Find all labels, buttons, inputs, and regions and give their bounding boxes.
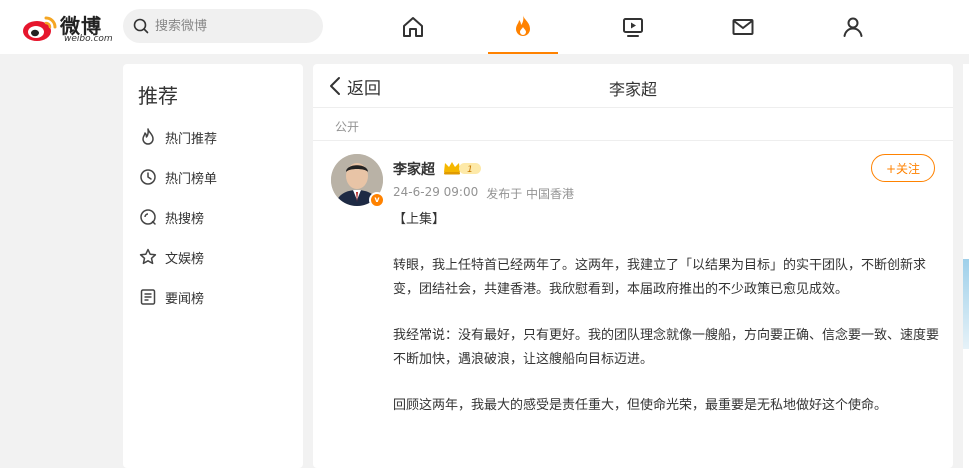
divider — [313, 140, 953, 141]
top-nav-bar: 微博 weibo.com — [0, 0, 969, 54]
clock-icon — [140, 169, 156, 185]
visibility-label: 公开 — [335, 120, 360, 134]
nav-video[interactable] — [598, 0, 668, 54]
post-paragraph: 转眼，我上任特首已经两年了。这两年，我建立了「以结果为目标」的实干团队，不断创新… — [393, 258, 927, 297]
mail-icon — [732, 19, 754, 35]
nav-hot[interactable] — [488, 0, 558, 54]
post-time[interactable]: 24-6-29 09:00 — [393, 185, 478, 202]
nav-mail[interactable] — [708, 0, 778, 54]
post-source: 发布于 中国香港 — [486, 187, 575, 201]
right-panel-image — [963, 259, 969, 349]
recommend-title: 推荐 — [138, 84, 178, 108]
sidebar-item-label: 热搜榜 — [165, 211, 205, 227]
sidebar-item-entertainment[interactable]: 文娱榜 — [138, 244, 288, 270]
author-name[interactable]: 李家超 — [393, 159, 435, 179]
post-body: 【上集】 转眼，我上任特首已经两年了。这两年，我建立了「以结果为目标」的实干团队… — [393, 208, 941, 440]
sidebar-item-hot-search[interactable]: 热搜榜 — [138, 204, 288, 230]
sidebar-item-news[interactable]: 要闻榜 — [138, 284, 288, 310]
nav-profile[interactable] — [818, 0, 888, 54]
post-meta: 24-6-29 09:00 发布于 中国香港 — [393, 185, 574, 202]
sidebar-item-label: 要闻榜 — [165, 291, 205, 307]
follow-button[interactable]: +关注 — [871, 154, 935, 182]
sidebar-item-label: 热门推荐 — [165, 131, 218, 147]
weibo-logo[interactable]: 微博 weibo.com — [22, 8, 113, 44]
post-paragraph: 【上集】 — [393, 212, 446, 227]
sidebar-item-hot-list[interactable]: 热门榜单 — [138, 164, 288, 190]
logo-subtext: weibo.com — [64, 34, 113, 44]
sidebar-item-hot-recommend[interactable]: 热门推荐 — [138, 124, 288, 150]
weibo-eye-icon — [23, 16, 57, 41]
sidebar-item-label: 热门榜单 — [165, 171, 218, 187]
search-icon — [133, 18, 149, 34]
home-icon — [403, 17, 423, 37]
profile-icon — [843, 17, 863, 37]
flame-icon — [142, 128, 154, 145]
search-input[interactable] — [155, 16, 305, 36]
sidebar-item-label: 文娱榜 — [165, 251, 205, 267]
recommend-panel: 推荐 热门推荐 热门榜单 热搜榜 文娱榜 要闻榜 — [123, 64, 303, 468]
post-header: 返回 李家超 — [313, 64, 953, 108]
star-icon — [139, 248, 157, 265]
post-detail-card: 返回 李家超 公开 v 李家超 1 24-6-29 09:00 发布于 中国香港… — [313, 64, 953, 468]
level-crown-icon: 1 — [444, 162, 481, 175]
hot-icon — [516, 15, 530, 36]
page-title: 李家超 — [608, 80, 657, 99]
right-panel-edge — [963, 64, 969, 468]
post-paragraph: 我经常说：没有最好，只有更好。我的团队理念就像一艘船，方向要正确、信念要一致、速… — [393, 328, 940, 367]
post-paragraph: 回顾这两年，我最大的感受是责任重大，但使命光荣，最重要是无私地做好这个使命。 — [393, 398, 888, 413]
search-circle-icon — [140, 209, 156, 225]
search-box[interactable] — [123, 9, 323, 43]
news-icon — [140, 289, 156, 305]
level-badge-text: 1 — [467, 165, 473, 175]
verified-badge-icon: v — [369, 192, 385, 208]
nav-home[interactable] — [378, 0, 448, 54]
video-icon — [623, 18, 643, 37]
